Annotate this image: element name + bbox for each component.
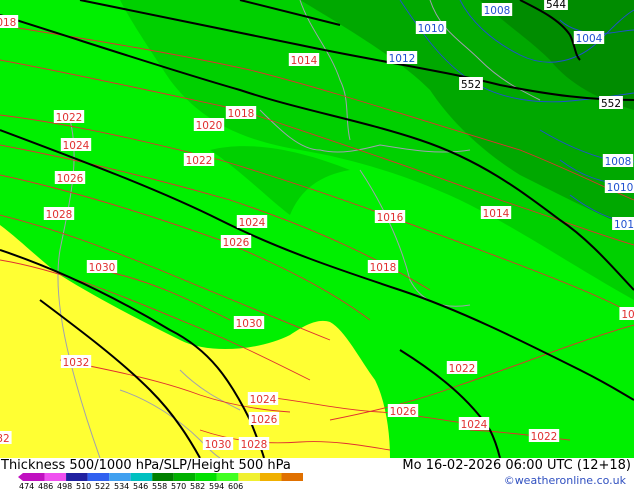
svg-text:1030: 1030 bbox=[236, 318, 263, 330]
svg-text:1024: 1024 bbox=[461, 419, 488, 431]
isobar-label: 1010 bbox=[604, 180, 634, 194]
isobar-label: 1020 bbox=[193, 118, 225, 132]
svg-text:1012: 1012 bbox=[389, 53, 416, 65]
svg-text:1024: 1024 bbox=[63, 140, 90, 152]
isobar-label: 1026 bbox=[54, 171, 86, 185]
isobar-label: 1024 bbox=[236, 215, 268, 229]
legend-swatch bbox=[23, 473, 45, 481]
isobar-label: 1018 bbox=[225, 106, 257, 120]
isobar-label: 1018 bbox=[0, 15, 19, 29]
isobar-label: 1014 bbox=[288, 53, 320, 67]
legend-swatch bbox=[238, 473, 260, 481]
svg-text:1014: 1014 bbox=[483, 208, 510, 220]
legend-swatch bbox=[130, 473, 153, 481]
svg-text:1022: 1022 bbox=[56, 112, 83, 124]
svg-text:1032: 1032 bbox=[63, 357, 90, 369]
isobar-label: 1028 bbox=[43, 207, 75, 221]
svg-text:1028: 1028 bbox=[46, 209, 73, 221]
svg-text:1010: 1010 bbox=[607, 182, 634, 194]
svg-text:1026: 1026 bbox=[251, 414, 278, 426]
legend-swatch bbox=[281, 473, 303, 481]
legend-colorbar bbox=[18, 473, 303, 481]
legend-swatch bbox=[259, 473, 282, 481]
isobar-label: 1024 bbox=[60, 138, 92, 152]
isobar-label: 1022 bbox=[53, 110, 85, 124]
isobar-label: 1026 bbox=[387, 404, 419, 418]
isobar-label: 1030 bbox=[86, 260, 118, 274]
isobar-label: 1004 bbox=[573, 31, 605, 45]
isobar-label: 1014 bbox=[480, 206, 512, 220]
height-label: 544 bbox=[544, 0, 568, 11]
isobar-label: 1008 bbox=[602, 154, 634, 168]
svg-text:552: 552 bbox=[601, 98, 621, 110]
svg-text:1018: 1018 bbox=[370, 262, 397, 274]
isobar-label: 1030 bbox=[202, 437, 234, 451]
svg-text:10: 10 bbox=[621, 309, 634, 321]
svg-text:1004: 1004 bbox=[576, 33, 603, 45]
height-label: 552 bbox=[599, 96, 623, 110]
svg-text:1014: 1014 bbox=[291, 55, 318, 67]
svg-text:544: 544 bbox=[546, 0, 566, 11]
height-label: 552 bbox=[459, 77, 483, 91]
svg-text:1024: 1024 bbox=[250, 394, 277, 406]
isobar-label: 1024 bbox=[458, 417, 490, 431]
svg-text:1028: 1028 bbox=[241, 439, 268, 451]
isobar-label: 10 bbox=[619, 307, 634, 321]
svg-text:552: 552 bbox=[461, 79, 481, 91]
svg-text:1030: 1030 bbox=[89, 262, 116, 274]
svg-text:1020: 1020 bbox=[196, 120, 223, 132]
isobar-label: 32 bbox=[0, 431, 12, 445]
isobar-label: 1016 bbox=[374, 210, 406, 224]
isobar-label: 1032 bbox=[60, 355, 92, 369]
svg-text:32: 32 bbox=[0, 433, 10, 445]
legend-swatch bbox=[66, 473, 88, 481]
legend-swatch bbox=[109, 473, 131, 481]
svg-text:1022: 1022 bbox=[531, 431, 558, 443]
isobar-label: 1022 bbox=[528, 429, 560, 443]
isobar-label: 1022 bbox=[183, 153, 215, 167]
svg-text:1026: 1026 bbox=[223, 237, 250, 249]
svg-text:1008: 1008 bbox=[605, 156, 632, 168]
svg-text:1010: 1010 bbox=[418, 23, 445, 35]
isobar-label: 1026 bbox=[220, 235, 252, 249]
legend-swatch bbox=[87, 473, 110, 481]
svg-text:1018: 1018 bbox=[0, 17, 16, 29]
legend-swatch bbox=[195, 473, 217, 481]
isobar-label: 101 bbox=[612, 217, 634, 231]
svg-text:1018: 1018 bbox=[228, 108, 255, 120]
legend-swatch bbox=[152, 473, 174, 481]
legend-swatch bbox=[44, 473, 67, 481]
isobar-label: 1010 bbox=[415, 21, 447, 35]
isobar-label: 1030 bbox=[233, 316, 265, 330]
svg-text:1022: 1022 bbox=[449, 363, 476, 375]
isobar-label: 1028 bbox=[238, 437, 270, 451]
weather-map: 1018 1014 1010 1012 1008 1004 1022 1018 1020 1024… bbox=[0, 0, 634, 458]
footer-bar: Thickness 500/1000 hPa/SLP/Height 500 hP… bbox=[0, 458, 634, 491]
svg-text:1016: 1016 bbox=[377, 212, 404, 224]
map-title: Thickness 500/1000 hPa/SLP/Height 500 hP… bbox=[1, 458, 291, 473]
svg-text:1030: 1030 bbox=[205, 439, 232, 451]
legend-swatch bbox=[216, 473, 239, 481]
svg-text:1008: 1008 bbox=[484, 5, 511, 17]
isobar-label: 1012 bbox=[386, 51, 418, 65]
isobar-label: 1018 bbox=[367, 260, 399, 274]
svg-text:1026: 1026 bbox=[57, 173, 84, 185]
svg-text:1022: 1022 bbox=[186, 155, 213, 167]
svg-text:101: 101 bbox=[614, 219, 634, 231]
map-datetime: Mo 16-02-2026 06:00 UTC (12+18) bbox=[402, 458, 631, 473]
svg-text:1024: 1024 bbox=[239, 217, 266, 229]
legend-swatch bbox=[173, 473, 196, 481]
isobar-label: 1026 bbox=[248, 412, 280, 426]
isobar-label: 1024 bbox=[247, 392, 279, 406]
isobar-label: 1008 bbox=[481, 3, 513, 17]
isobar-label: 1022 bbox=[446, 361, 478, 375]
credit-link[interactable]: ©weatheronline.co.uk bbox=[504, 474, 626, 487]
svg-text:1026: 1026 bbox=[390, 406, 417, 418]
